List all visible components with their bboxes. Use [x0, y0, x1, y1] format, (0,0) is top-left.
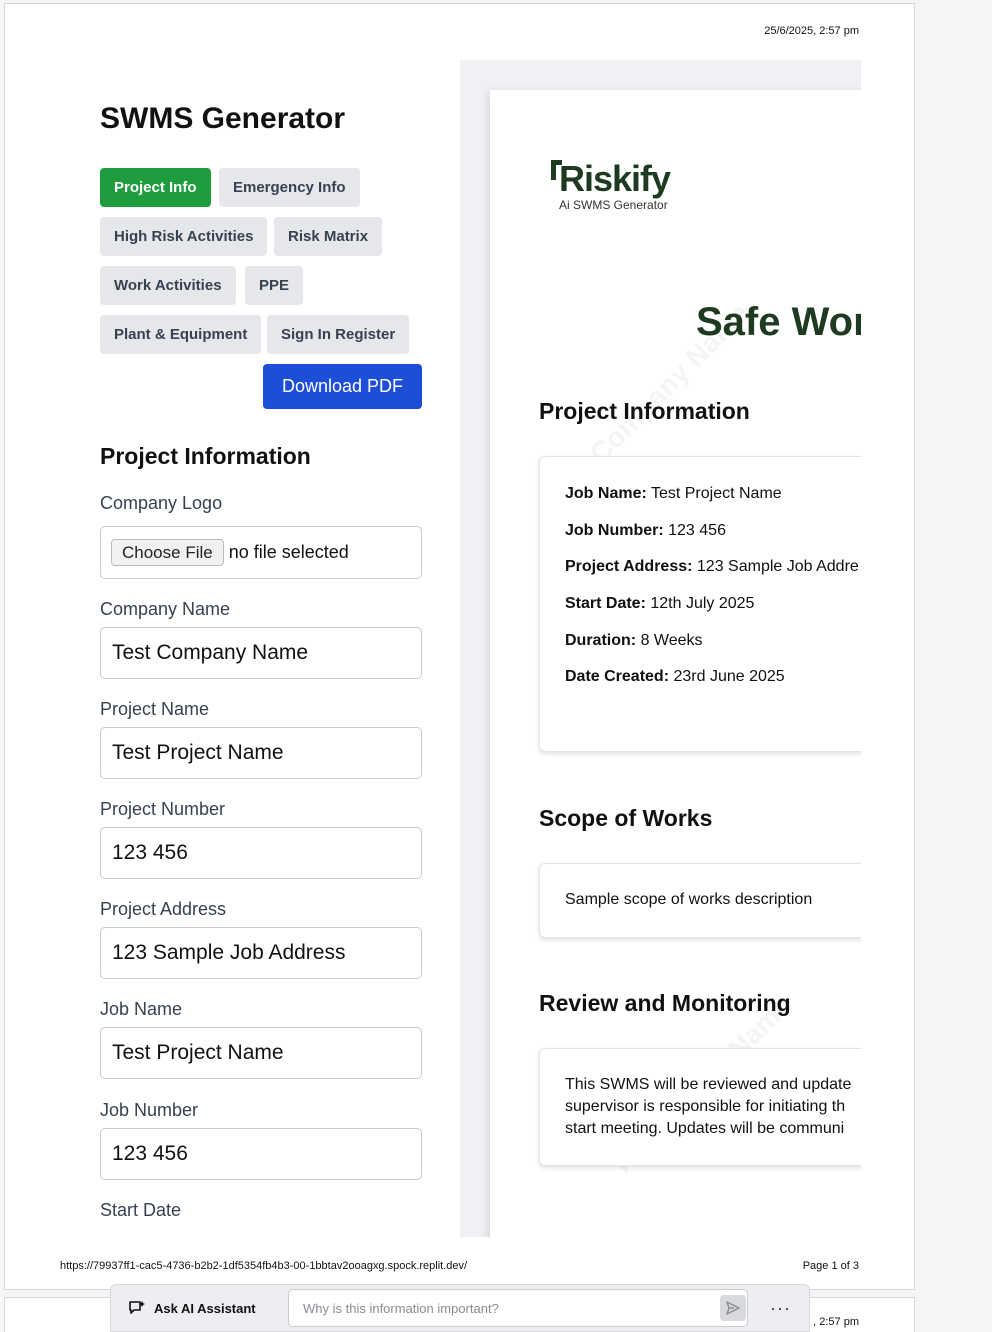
company-logo-label: Company Logo — [100, 493, 223, 513]
company-name-label: Company Name — [100, 599, 231, 619]
send-button[interactable] — [720, 1295, 746, 1321]
scope-heading: Scope of Works — [539, 805, 713, 831]
print-url: https://79937ff1-cac5-4736-b2b2-1df5354f… — [60, 1260, 468, 1272]
project-address-label: Project Address — [100, 899, 227, 919]
company-name-input[interactable] — [100, 627, 422, 679]
review-line: supervisor is responsible for initiating… — [565, 1098, 846, 1115]
file-status: no file selected — [228, 542, 349, 562]
tab-plant-equipment[interactable]: Plant & Equipment — [100, 315, 262, 354]
pdf-preview-pane[interactable]: Test Company Name Test Project Name Risk… — [460, 60, 861, 1237]
job-name-label: Job Name — [100, 999, 183, 1019]
tab-sign-in-register[interactable]: Sign In Register — [267, 315, 410, 354]
logo-subtitle: Ai SWMS Generator — [559, 198, 668, 212]
info-row-start-date: Start Date: 12th July 2025 — [565, 595, 755, 612]
company-logo-field: Choose File no file selected — [100, 526, 422, 579]
tab-work-activities[interactable]: Work Activities — [100, 266, 236, 305]
form-section-title: Project Information — [100, 443, 311, 469]
print-page: 25/6/2025, 2:57 pm SWMS Generator Projec… — [4, 3, 915, 1290]
pdf-preview-sheet: Test Company Name Test Project Name Risk… — [490, 90, 861, 1237]
scope-card: Sample scope of works description — [539, 863, 861, 938]
tab-emergency-info[interactable]: Emergency Info — [219, 168, 360, 207]
riskify-logo: Riskify Ai SWMS Generator — [551, 158, 671, 212]
project-number-input[interactable] — [100, 827, 422, 879]
choose-file-button[interactable]: Choose File — [111, 539, 224, 566]
ai-assistant-label[interactable]: Ask AI Assistant — [128, 1300, 288, 1316]
tab-high-risk-activities[interactable]: High Risk Activities — [100, 217, 268, 256]
document-title: Safe Wor — [696, 300, 861, 344]
logo-text: Riskify — [559, 158, 671, 199]
info-row-job-number: Job Number: 123 456 — [565, 522, 726, 539]
download-pdf-button[interactable]: Download PDF — [263, 364, 422, 409]
info-row-duration: Duration: 8 Weeks — [565, 632, 703, 649]
print-page-number: Page 1 of 3 — [802, 1260, 859, 1272]
ai-assistant-text: Ask AI Assistant — [154, 1300, 256, 1316]
review-card: This SWMS will be reviewed and update su… — [539, 1048, 861, 1166]
more-options-button[interactable]: ··· — [770, 1298, 791, 1319]
job-number-label: Job Number — [100, 1100, 199, 1120]
project-name-input[interactable] — [100, 727, 422, 779]
scope-text: Sample scope of works description — [565, 891, 813, 908]
review-heading: Review and Monitoring — [539, 990, 791, 1016]
review-line: This SWMS will be reviewed and update — [565, 1076, 852, 1093]
start-date-label: Start Date — [100, 1200, 182, 1220]
info-row-date-created: Date Created: 23rd June 2025 — [565, 668, 785, 685]
app-title: SWMS Generator — [100, 102, 346, 135]
tab-ppe[interactable]: PPE — [245, 266, 304, 305]
project-address-input[interactable] — [100, 927, 422, 979]
preview-project-info-heading: Project Information — [539, 398, 750, 424]
ai-question-input[interactable] — [288, 1289, 748, 1327]
project-info-card: Job Name: Test Project Name Job Number: … — [539, 456, 861, 752]
print-datetime: 25/6/2025, 2:57 pm — [764, 25, 859, 37]
review-line: start meeting. Updates will be communi — [565, 1120, 845, 1137]
chat-bubble-icon — [129, 1301, 145, 1314]
job-number-input[interactable] — [100, 1128, 422, 1180]
job-name-input[interactable] — [100, 1027, 422, 1079]
send-icon — [726, 1301, 740, 1315]
tab-project-info[interactable]: Project Info — [100, 168, 211, 207]
project-name-label: Project Name — [100, 699, 210, 719]
project-number-label: Project Number — [100, 799, 226, 819]
info-row-job-name: Job Name: Test Project Name — [565, 485, 782, 502]
print-datetime-2: , 2:57 pm — [813, 1316, 859, 1328]
ai-assistant-bar: Ask AI Assistant ··· — [110, 1284, 810, 1332]
info-row-project-address: Project Address: 123 Sample Job Addre — [565, 558, 859, 575]
tab-risk-matrix[interactable]: Risk Matrix — [274, 217, 383, 256]
